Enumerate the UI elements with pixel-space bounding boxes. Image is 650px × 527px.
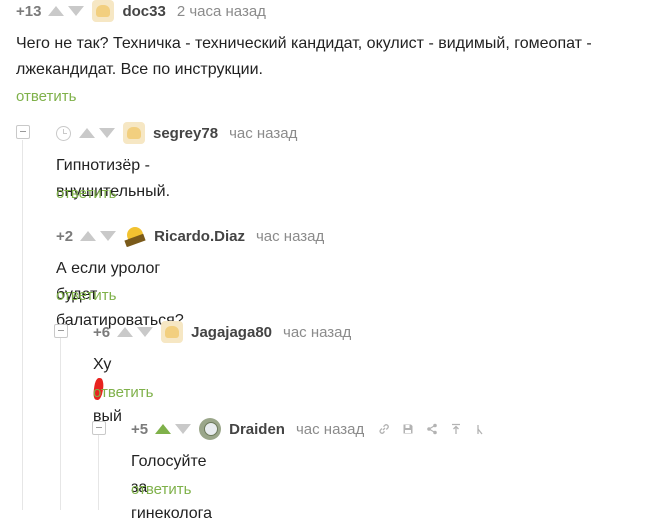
comment-rating: +2 [56, 227, 74, 245]
arrow-down-icon[interactable] [99, 128, 115, 138]
avatar[interactable] [124, 225, 147, 247]
arrow-up-icon[interactable] [155, 424, 172, 434]
clock-icon [56, 125, 71, 141]
username[interactable]: doc33 [122, 3, 165, 20]
reply-link[interactable]: ответить [93, 384, 153, 401]
arrow-up-icon[interactable] [117, 327, 134, 337]
arrow-down-icon[interactable] [100, 231, 117, 241]
thread-line[interactable] [22, 140, 23, 510]
comment-header: +6 Jagajaga80 час назад [93, 321, 351, 343]
arrow-up-icon[interactable] [80, 231, 97, 241]
share-icon[interactable] [426, 423, 438, 435]
comment-time[interactable]: 2 часа назад [177, 3, 266, 20]
collapse-minus-icon[interactable] [16, 125, 30, 139]
thread-line[interactable] [60, 338, 61, 510]
scroll-top-icon[interactable] [450, 423, 462, 435]
thread-line[interactable] [98, 434, 99, 510]
reply-link[interactable]: ответить [131, 481, 191, 498]
comment-rating: +13 [16, 2, 42, 20]
more-icon[interactable] [474, 423, 486, 435]
reply-link[interactable]: ответить [16, 88, 76, 105]
username[interactable]: Ricardo.Diaz [154, 228, 245, 245]
comment-header: segrey78 час назад [56, 122, 297, 144]
comment-time[interactable]: час назад [296, 421, 364, 438]
arrow-up-icon[interactable] [79, 128, 95, 138]
comment-header: +5 Draiden час назад [131, 418, 498, 440]
arrow-down-icon[interactable] [137, 327, 154, 337]
collapse-minus-icon[interactable] [54, 324, 68, 338]
link-icon[interactable] [378, 423, 390, 435]
avatar[interactable] [92, 0, 115, 22]
avatar[interactable] [199, 418, 222, 440]
comment-text-start: Ху [93, 356, 112, 373]
comment-time[interactable]: час назад [283, 324, 351, 341]
avatar[interactable] [123, 122, 145, 144]
arrow-down-icon[interactable] [175, 424, 192, 434]
comment-header: +13 doc33 2 часа назад [16, 0, 266, 22]
comment-time[interactable]: час назад [256, 228, 324, 245]
reply-link[interactable]: ответить [56, 185, 116, 202]
reply-link[interactable]: ответить [56, 287, 116, 304]
arrow-up-icon[interactable] [48, 6, 65, 16]
username[interactable]: Jagajaga80 [191, 324, 272, 341]
comment-rating: +5 [131, 420, 149, 438]
comment-tools [378, 423, 498, 435]
arrow-down-icon[interactable] [68, 6, 85, 16]
username[interactable]: segrey78 [153, 125, 218, 142]
comment-header: +2 Ricardo.Diaz час назад [56, 225, 324, 247]
comment-time[interactable]: час назад [229, 125, 297, 142]
collapse-minus-icon[interactable] [92, 421, 106, 435]
username[interactable]: Draiden [229, 421, 285, 438]
save-icon[interactable] [402, 423, 414, 435]
comment-text: Чего не так? Техничка - технический канд… [16, 35, 592, 78]
comment-rating: +6 [93, 323, 111, 341]
avatar[interactable] [161, 321, 184, 343]
